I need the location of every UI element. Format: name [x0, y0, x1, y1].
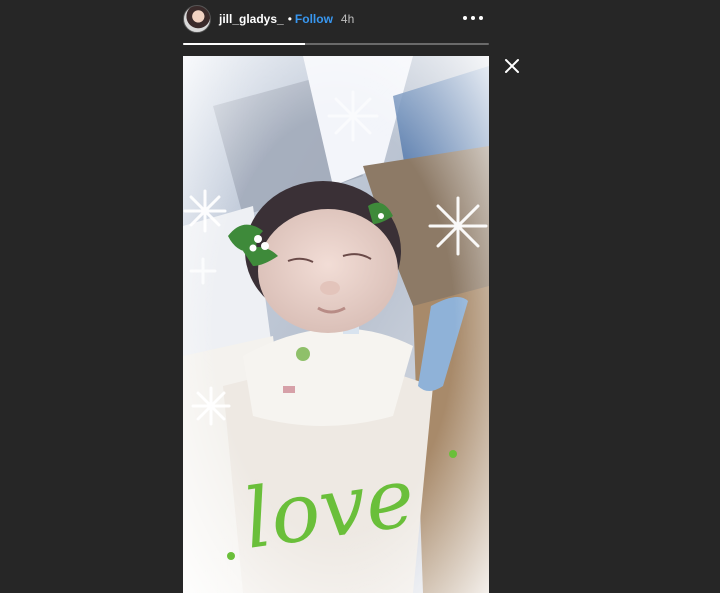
story-header: jill_gladys_ • Follow 4h	[183, 4, 489, 34]
close-icon[interactable]	[503, 57, 521, 75]
avatar[interactable]	[183, 5, 211, 33]
username[interactable]: jill_gladys_	[219, 12, 284, 26]
story-image[interactable]: love	[183, 56, 489, 593]
separator-dot: •	[287, 12, 292, 26]
more-options-icon[interactable]	[463, 10, 483, 26]
timestamp: 4h	[340, 12, 355, 26]
story-progress-bar	[183, 43, 489, 45]
story-progress-fill	[183, 43, 306, 45]
follow-button[interactable]: Follow	[295, 12, 333, 26]
story-viewer: jill_gladys_ • Follow 4h love	[0, 0, 720, 593]
